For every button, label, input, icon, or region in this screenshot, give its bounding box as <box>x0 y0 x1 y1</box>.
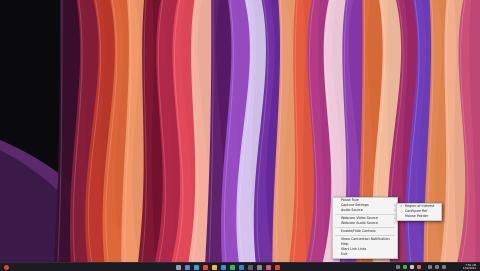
menu-item-label: Capture Settings <box>341 203 369 208</box>
menu-item-label: Start Link Links <box>341 247 367 252</box>
tray-context-menu: Pause Rule Capture Settings › Audio Source ›… <box>332 197 398 259</box>
terminal-icon[interactable] <box>248 264 253 270</box>
submenu-item-label: Mouse Pointer <box>405 214 429 219</box>
file-explorer-icon[interactable] <box>212 264 217 270</box>
submenu-item-label: Configure Ref <box>405 209 428 214</box>
menu-item-label: Webcam Video Source <box>341 216 378 221</box>
wifi-icon[interactable] <box>428 265 432 269</box>
tray-app-icon[interactable] <box>410 265 414 269</box>
spotify-icon[interactable] <box>230 264 235 270</box>
submenu-item[interactable]: Mouse Pointer <box>397 214 441 219</box>
task-view-icon[interactable] <box>185 264 190 270</box>
search-icon[interactable] <box>176 264 181 270</box>
edge-icon[interactable] <box>194 264 199 270</box>
menu-item-label: Help <box>341 242 349 247</box>
menu-item[interactable]: Exit <box>333 252 397 257</box>
photos-icon[interactable] <box>266 264 271 270</box>
menu-item[interactable]: Webcam Audio Source › <box>333 221 397 226</box>
submenu-arrow-icon: › <box>393 221 395 226</box>
clock-date: 12/2/2022 <box>462 266 476 270</box>
capture-settings-submenu: ✓ Region of Interest Configure Ref Mouse Po… <box>396 203 442 221</box>
menu-item-label: Audio Source <box>341 208 363 213</box>
desktop[interactable] <box>0 0 480 262</box>
store-icon[interactable] <box>221 264 226 270</box>
recorder-icon[interactable] <box>275 264 280 270</box>
menu-item-label: Enable/Hide Controls <box>341 229 376 234</box>
taskbar-clock[interactable]: 7:59 AM 12/2/2022 <box>463 264 476 270</box>
wallpaper <box>0 0 480 262</box>
tray-app-icon[interactable] <box>417 265 421 269</box>
submenu-item-label: Region of Interest <box>405 204 435 208</box>
menu-item[interactable]: Enable/Hide Controls <box>333 229 397 234</box>
vscode-icon[interactable] <box>239 264 244 270</box>
menu-item-label: Show Connection Notification <box>341 236 390 241</box>
menu-item[interactable]: Audio Source › <box>333 208 397 213</box>
start-icon[interactable] <box>4 264 9 270</box>
menu-item-label: Pause Rule <box>341 198 359 202</box>
volume-icon[interactable] <box>435 265 439 269</box>
menu-item-label: Webcam Audio Source <box>341 221 379 226</box>
battery-icon[interactable] <box>442 265 446 269</box>
tray-app-icon[interactable] <box>403 265 407 269</box>
menu-item-label: Exit <box>341 252 348 257</box>
chrome-icon[interactable] <box>203 264 208 270</box>
settings-icon[interactable] <box>257 264 262 270</box>
tray-chevron-icon[interactable] <box>396 265 400 269</box>
submenu-arrow-icon: › <box>393 208 395 213</box>
